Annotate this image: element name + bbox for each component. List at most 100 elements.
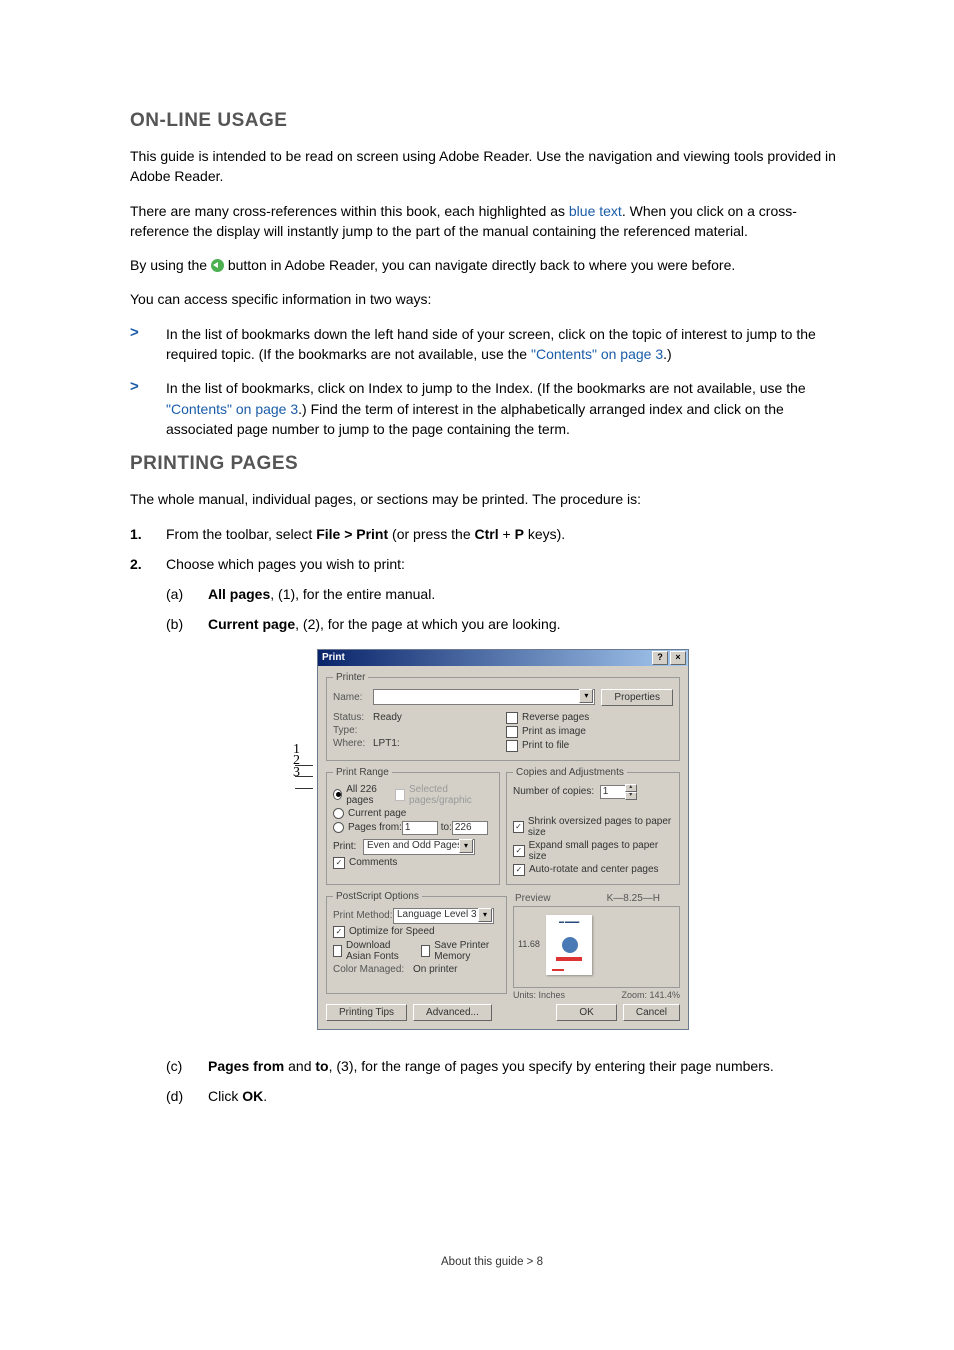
pages-from-radio[interactable] — [333, 822, 344, 833]
selected-pages-checkbox — [395, 789, 405, 801]
text: , (3), for the range of pages you specif… — [329, 1058, 774, 1074]
menu-path: File > Print — [316, 526, 388, 542]
text: . — [263, 1088, 267, 1104]
color-managed-value: On printer — [413, 964, 457, 975]
paragraph: You can access specific information in t… — [130, 289, 854, 309]
shrink-checkbox[interactable]: ✓ — [513, 821, 524, 833]
substep-letter: (a) — [166, 584, 208, 604]
print-to-file-label: Print to file — [522, 740, 569, 751]
list-item: In the list of bookmarks down the left h… — [166, 324, 854, 365]
all-pages-label: All 226 pages — [346, 784, 395, 806]
autorotate-label: Auto-rotate and center pages — [529, 864, 659, 875]
paragraph: This guide is intended to be read on scr… — [130, 146, 854, 187]
where-label: Where: — [333, 738, 373, 749]
page-footer: About this guide > 8 — [130, 1256, 854, 1268]
ok-button[interactable]: OK — [556, 1004, 616, 1021]
step-number: 1. — [130, 524, 166, 544]
print-dialog-figure: 1 2 3 Print ? × Printer Name: Pro — [130, 649, 854, 1030]
paragraph: The whole manual, individual pages, or s… — [130, 489, 854, 509]
list-item: All pages, (1), for the entire manual. — [208, 584, 435, 604]
pages-to-label: to: — [441, 822, 452, 833]
status-label: Status: — [333, 712, 373, 723]
printer-name-dropdown[interactable] — [373, 689, 595, 705]
reverse-pages-checkbox[interactable] — [506, 712, 518, 724]
substep-letter: (d) — [166, 1086, 208, 1106]
chevron-bullet-icon: > — [130, 378, 166, 439]
contents-link[interactable]: "Contents" on page 3 — [531, 346, 663, 362]
text: + — [499, 526, 515, 542]
optimize-speed-label: Optimize for Speed — [349, 926, 435, 937]
expand-label: Expand small pages to paper size — [529, 840, 673, 862]
list-item: Current page, (2), for the page at which… — [208, 614, 561, 634]
paragraph: By using the button in Adobe Reader, you… — [130, 255, 854, 275]
selected-pages-label: Selected pages/graphic — [409, 784, 493, 806]
section-heading-printing-pages: PRINTING PAGES — [130, 453, 854, 475]
text: , (2), for the page at which you are loo… — [295, 616, 560, 632]
cancel-button[interactable]: Cancel — [623, 1004, 680, 1021]
text: .) — [663, 346, 672, 362]
num-copies-input[interactable]: 1 — [600, 785, 626, 799]
download-asian-checkbox[interactable] — [333, 945, 342, 957]
text: (or press the — [388, 526, 474, 542]
comments-checkbox[interactable]: ✓ — [333, 857, 345, 869]
dialog-title: Print — [322, 652, 650, 663]
zoom-label: Zoom: 141.4% — [621, 990, 680, 1000]
substep-letter: (c) — [166, 1056, 208, 1076]
all-pages-radio[interactable] — [333, 789, 342, 800]
print-which-dropdown[interactable]: Even and Odd Pages — [363, 839, 475, 855]
close-button[interactable]: × — [670, 651, 686, 665]
list-item: Pages from and to, (3), for the range of… — [208, 1056, 774, 1076]
text: and — [284, 1058, 315, 1074]
callout-label-3: 3 — [293, 765, 313, 797]
cross-reference-link[interactable]: blue text — [569, 203, 622, 219]
option-name: to — [315, 1058, 328, 1074]
text: By using the — [130, 257, 211, 273]
current-page-radio[interactable] — [333, 808, 344, 819]
help-button[interactable]: ? — [652, 651, 668, 665]
print-method-dropdown[interactable]: Language Level 3 — [393, 908, 494, 924]
units-label: Units: Inches — [513, 990, 565, 1000]
properties-button[interactable]: Properties — [601, 689, 673, 706]
text: From the toolbar, select — [166, 526, 316, 542]
print-dialog: Print ? × Printer Name: Properties — [317, 649, 689, 1030]
print-as-image-label: Print as image — [522, 726, 586, 737]
paragraph: There are many cross-references within t… — [130, 201, 854, 242]
expand-checkbox[interactable]: ✓ — [513, 845, 525, 857]
name-label: Name: — [333, 692, 373, 703]
preview-pane: 11.68 ▬ ▬▬▬ — [513, 906, 680, 988]
key-name: P — [515, 526, 524, 542]
num-copies-label: Number of copies: — [513, 786, 594, 797]
substep-letter: (b) — [166, 614, 208, 634]
spinner-down-icon[interactable]: ▾ — [625, 792, 637, 800]
status-value: Ready — [373, 712, 402, 723]
preview-label: Preview — [515, 893, 551, 904]
text: button in Adobe Reader, you can navigate… — [224, 257, 735, 273]
advanced-button[interactable]: Advanced... — [413, 1004, 492, 1021]
dialog-titlebar: Print ? × — [318, 650, 688, 666]
spinner-up-icon[interactable]: ▴ — [625, 784, 637, 792]
step-number: 2. — [130, 554, 166, 574]
list-item: Choose which pages you wish to print: — [166, 554, 405, 574]
download-asian-label: Download Asian Fonts — [346, 940, 416, 962]
list-item: In the list of bookmarks, click on Index… — [166, 378, 854, 439]
contents-link[interactable]: "Contents" on page 3 — [166, 401, 298, 417]
preview-height: 11.68 — [518, 939, 540, 949]
printer-group-legend: Printer — [333, 672, 368, 683]
print-method-label: Print Method: — [333, 910, 393, 921]
print-to-file-checkbox[interactable] — [506, 740, 518, 752]
print-as-image-checkbox[interactable] — [506, 726, 518, 738]
text: keys). — [524, 526, 565, 542]
printing-tips-button[interactable]: Printing Tips — [326, 1004, 407, 1021]
autorotate-checkbox[interactable]: ✓ — [513, 864, 525, 876]
pages-from-label: Pages from: — [348, 822, 402, 833]
type-label: Type: — [333, 725, 373, 736]
pages-from-input[interactable]: 1 — [402, 821, 438, 835]
current-page-label: Current page — [348, 808, 406, 819]
shrink-label: Shrink oversized pages to paper size — [528, 816, 673, 838]
color-managed-label: Color Managed: — [333, 964, 413, 975]
key-name: Ctrl — [475, 526, 499, 542]
save-memory-checkbox[interactable] — [421, 945, 430, 957]
optimize-speed-checkbox[interactable]: ✓ — [333, 926, 345, 938]
pages-to-input[interactable]: 226 — [452, 821, 488, 835]
print-which-label: Print: — [333, 841, 363, 852]
